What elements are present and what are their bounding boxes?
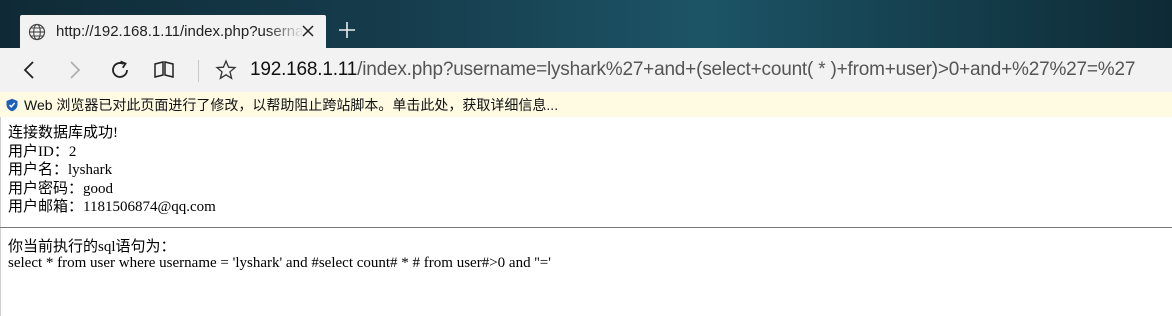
address-host: 192.168.1.11 [250,59,358,80]
user-id: 用户ID：2 [8,143,77,160]
plus-icon[interactable] [337,20,357,40]
favorite-star-icon[interactable] [214,58,238,82]
navigation-bar: 192.168.1.11/index.php?username=lyshark%… [0,48,1172,92]
forward-arrow-icon[interactable] [62,58,86,82]
refresh-icon[interactable] [108,58,132,82]
user-password: 用户密码：good [8,180,114,197]
xss-filter-infobar[interactable]: Web 浏览器已对此页面进行了修改，以帮助阻止跨站脚本。单击此处，获取详细信息.… [0,92,1172,117]
title-bar: http://192.168.1.11/index.php?username=l… [0,0,1172,48]
horizontal-rule [0,227,1172,228]
toolbar-separator [198,60,199,82]
connection-status: 连接数据库成功! [8,125,118,141]
sql-statement: select * from user where username = 'lys… [8,255,551,271]
reading-view-icon[interactable] [152,58,176,82]
browser-tab[interactable]: http://192.168.1.11/index.php?username=l… [20,15,326,48]
shield-icon [5,98,19,112]
address-bar[interactable]: 192.168.1.11/index.php?username=lyshark%… [250,59,1135,81]
tab-title: http://192.168.1.11/index.php?username=l… [56,23,304,40]
page-content: 连接数据库成功! 用户ID：2 用户名：lyshark 用户密码：good 用户… [8,124,216,217]
globe-icon [28,23,46,41]
address-path: /index.php?username=lyshark%27+and+(sele… [357,59,1136,80]
close-icon[interactable] [300,23,316,39]
back-arrow-icon[interactable] [18,58,42,82]
sql-label: 你当前执行的sql语句为： [8,239,176,255]
infobar-message: Web 浏览器已对此页面进行了修改，以帮助阻止跨站脚本。单击此处，获取详细信息.… [24,96,559,113]
page-left-border [0,117,1,316]
user-email: 用户邮箱：1181506874@qq.com [8,199,216,215]
username: 用户名：lyshark [8,162,113,178]
